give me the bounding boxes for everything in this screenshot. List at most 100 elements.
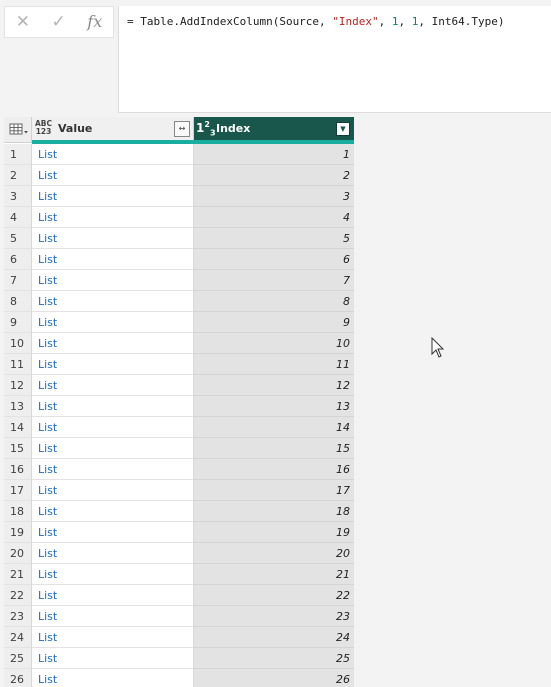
value-cell-link[interactable]: List bbox=[32, 354, 194, 375]
table-row[interactable]: 18 List 18 bbox=[4, 501, 354, 522]
filter-dropdown-icon[interactable]: ▼ bbox=[336, 122, 350, 136]
table-row[interactable]: 26 List 26 bbox=[4, 669, 354, 687]
table-row[interactable]: 21 List 21 bbox=[4, 564, 354, 585]
expand-column-icon[interactable]: ↔ bbox=[174, 121, 190, 137]
table-row[interactable]: 14 List 14 bbox=[4, 417, 354, 438]
value-cell-link[interactable]: List bbox=[32, 627, 194, 648]
row-number[interactable]: 2 bbox=[4, 165, 32, 186]
row-number[interactable]: 25 bbox=[4, 648, 32, 669]
row-number[interactable]: 7 bbox=[4, 270, 32, 291]
row-number[interactable]: 21 bbox=[4, 564, 32, 585]
value-cell-link[interactable]: List bbox=[32, 207, 194, 228]
value-cell-link[interactable]: List bbox=[32, 585, 194, 606]
value-cell-link[interactable]: List bbox=[32, 417, 194, 438]
row-number[interactable]: 11 bbox=[4, 354, 32, 375]
index-cell[interactable]: 2 bbox=[194, 165, 354, 186]
value-cell-link[interactable]: List bbox=[32, 543, 194, 564]
table-row[interactable]: 9 List 9 bbox=[4, 312, 354, 333]
index-cell[interactable]: 14 bbox=[194, 417, 354, 438]
value-cell-link[interactable]: List bbox=[32, 291, 194, 312]
index-cell[interactable]: 24 bbox=[194, 627, 354, 648]
table-row[interactable]: 8 List 8 bbox=[4, 291, 354, 312]
value-cell-link[interactable]: List bbox=[32, 165, 194, 186]
index-cell[interactable]: 22 bbox=[194, 585, 354, 606]
row-number[interactable]: 6 bbox=[4, 249, 32, 270]
row-number[interactable]: 14 bbox=[4, 417, 32, 438]
row-number[interactable]: 4 bbox=[4, 207, 32, 228]
row-number[interactable]: 3 bbox=[4, 186, 32, 207]
row-number[interactable]: 18 bbox=[4, 501, 32, 522]
value-cell-link[interactable]: List bbox=[32, 312, 194, 333]
table-row[interactable]: 2 List 2 bbox=[4, 165, 354, 186]
table-row[interactable]: 25 List 25 bbox=[4, 648, 354, 669]
row-number[interactable]: 16 bbox=[4, 459, 32, 480]
value-cell-link[interactable]: List bbox=[32, 522, 194, 543]
index-cell[interactable]: 13 bbox=[194, 396, 354, 417]
row-number[interactable]: 12 bbox=[4, 375, 32, 396]
table-row[interactable]: 20 List 20 bbox=[4, 543, 354, 564]
index-cell[interactable]: 23 bbox=[194, 606, 354, 627]
row-number[interactable]: 5 bbox=[4, 228, 32, 249]
table-row[interactable]: 16 List 16 bbox=[4, 459, 354, 480]
value-cell-link[interactable]: List bbox=[32, 459, 194, 480]
table-menu-button[interactable] bbox=[4, 117, 32, 143]
index-cell[interactable]: 20 bbox=[194, 543, 354, 564]
value-cell-link[interactable]: List bbox=[32, 186, 194, 207]
row-number[interactable]: 9 bbox=[4, 312, 32, 333]
table-row[interactable]: 11 List 11 bbox=[4, 354, 354, 375]
index-cell[interactable]: 25 bbox=[194, 648, 354, 669]
table-row[interactable]: 23 List 23 bbox=[4, 606, 354, 627]
close-x-icon[interactable]: ✕ bbox=[16, 13, 30, 31]
value-cell-link[interactable]: List bbox=[32, 375, 194, 396]
value-cell-link[interactable]: List bbox=[32, 396, 194, 417]
row-number[interactable]: 15 bbox=[4, 438, 32, 459]
value-cell-link[interactable]: List bbox=[32, 228, 194, 249]
index-cell[interactable]: 11 bbox=[194, 354, 354, 375]
value-cell-link[interactable]: List bbox=[32, 249, 194, 270]
index-cell[interactable]: 3 bbox=[194, 186, 354, 207]
value-cell-link[interactable]: List bbox=[32, 606, 194, 627]
value-cell-link[interactable]: List bbox=[32, 564, 194, 585]
value-cell-link[interactable]: List bbox=[32, 333, 194, 354]
value-cell-link[interactable]: List bbox=[32, 270, 194, 291]
value-cell-link[interactable]: List bbox=[32, 480, 194, 501]
value-cell-link[interactable]: List bbox=[32, 501, 194, 522]
index-cell[interactable]: 7 bbox=[194, 270, 354, 291]
row-number[interactable]: 23 bbox=[4, 606, 32, 627]
table-row[interactable]: 17 List 17 bbox=[4, 480, 354, 501]
table-row[interactable]: 3 List 3 bbox=[4, 186, 354, 207]
row-number[interactable]: 13 bbox=[4, 396, 32, 417]
table-row[interactable]: 4 List 4 bbox=[4, 207, 354, 228]
table-row[interactable]: 1 List 1 bbox=[4, 144, 354, 165]
table-row[interactable]: 10 List 10 bbox=[4, 333, 354, 354]
index-cell[interactable]: 18 bbox=[194, 501, 354, 522]
index-cell[interactable]: 6 bbox=[194, 249, 354, 270]
row-number[interactable]: 8 bbox=[4, 291, 32, 312]
index-cell[interactable]: 21 bbox=[194, 564, 354, 585]
index-cell[interactable]: 17 bbox=[194, 480, 354, 501]
table-row[interactable]: 22 List 22 bbox=[4, 585, 354, 606]
row-number[interactable]: 10 bbox=[4, 333, 32, 354]
value-cell-link[interactable]: List bbox=[32, 669, 194, 687]
index-cell[interactable]: 10 bbox=[194, 333, 354, 354]
index-cell[interactable]: 12 bbox=[194, 375, 354, 396]
row-number[interactable]: 17 bbox=[4, 480, 32, 501]
index-cell[interactable]: 4 bbox=[194, 207, 354, 228]
whole-number-type-icon[interactable]: 123 bbox=[196, 120, 216, 137]
index-cell[interactable]: 8 bbox=[194, 291, 354, 312]
table-row[interactable]: 13 List 13 bbox=[4, 396, 354, 417]
index-cell[interactable]: 1 bbox=[194, 144, 354, 165]
row-number[interactable]: 24 bbox=[4, 627, 32, 648]
any-type-icon[interactable]: ABC 123 bbox=[35, 120, 52, 136]
table-row[interactable]: 12 List 12 bbox=[4, 375, 354, 396]
table-row[interactable]: 19 List 19 bbox=[4, 522, 354, 543]
index-cell[interactable]: 19 bbox=[194, 522, 354, 543]
checkmark-icon[interactable]: ✓ bbox=[52, 13, 66, 31]
index-cell[interactable]: 16 bbox=[194, 459, 354, 480]
row-number[interactable]: 22 bbox=[4, 585, 32, 606]
table-row[interactable]: 6 List 6 bbox=[4, 249, 354, 270]
value-cell-link[interactable]: List bbox=[32, 438, 194, 459]
table-row[interactable]: 24 List 24 bbox=[4, 627, 354, 648]
table-row[interactable]: 5 List 5 bbox=[4, 228, 354, 249]
value-cell-link[interactable]: List bbox=[32, 144, 194, 165]
